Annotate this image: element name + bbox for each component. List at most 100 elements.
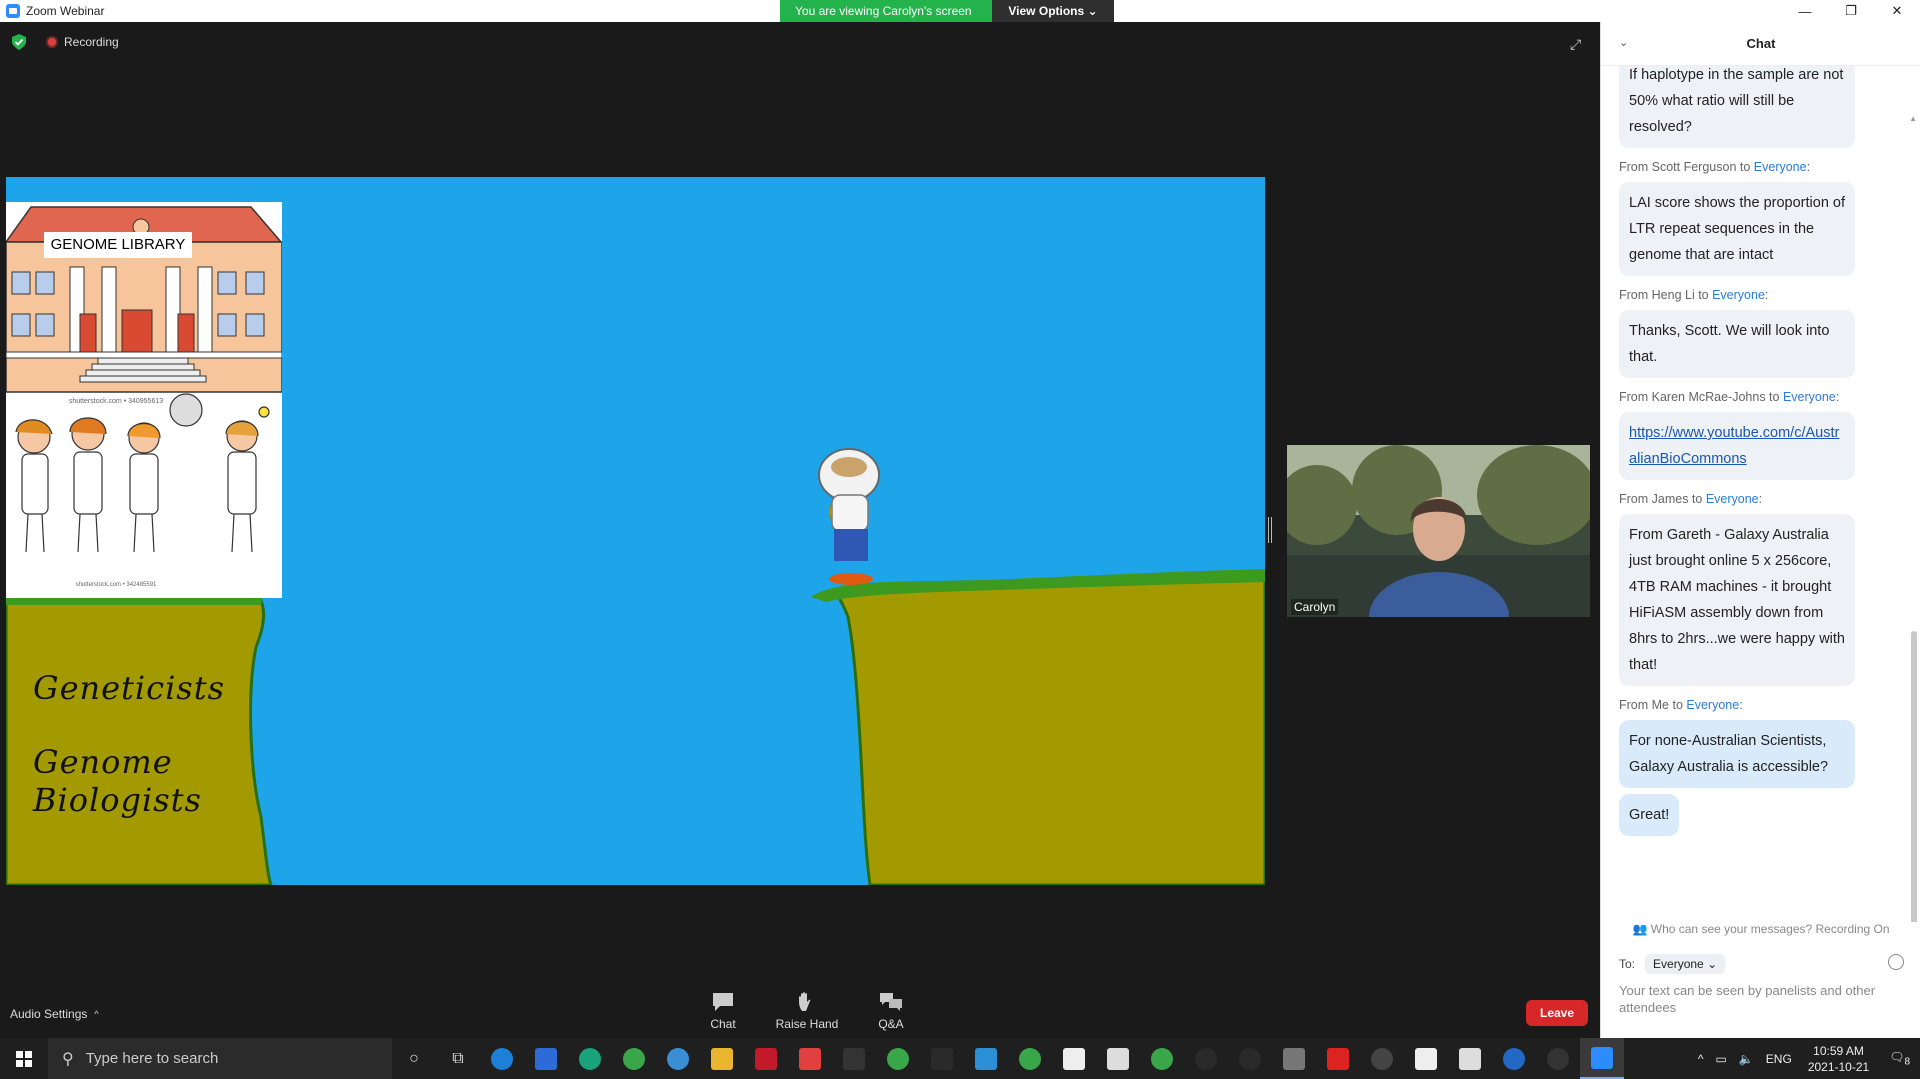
message-bubble: For none-Australian Scientists, Galaxy A… bbox=[1619, 720, 1855, 788]
scroll-up-icon[interactable]: ▲ bbox=[1909, 114, 1917, 123]
watermark-text: shutterstock.com • 342485591 bbox=[75, 582, 157, 588]
app-icon[interactable] bbox=[1184, 1038, 1228, 1079]
raise-hand-label: Raise Hand bbox=[775, 1017, 839, 1031]
app-icon[interactable] bbox=[744, 1038, 788, 1079]
shield-check-icon[interactable] bbox=[12, 34, 26, 50]
panel-resize-handle[interactable] bbox=[1268, 517, 1272, 543]
recording-indicator[interactable]: Recording bbox=[46, 35, 119, 49]
message-bubble-wrap: Thanks, Scott. We will look into that. bbox=[1601, 310, 1920, 378]
meeting-area: Recording ⤢ GENOME LIBRARY shutterstock.… bbox=[0, 22, 1600, 1038]
zoom-taskbar-icon[interactable] bbox=[1580, 1038, 1624, 1079]
r-icon[interactable] bbox=[1492, 1038, 1536, 1079]
task-view-icon[interactable]: ⧉ bbox=[436, 1038, 480, 1079]
message-bubble: If haplotype in the sample are not 50% w… bbox=[1619, 66, 1855, 148]
message-bubble: https://www.youtube.com/c/AustralianBioC… bbox=[1619, 412, 1855, 480]
genome-library-image: GENOME LIBRARY shutterstock.com • 340955… bbox=[6, 202, 282, 598]
chat-scrollbar[interactable] bbox=[1911, 631, 1917, 922]
message-sender: From Heng Li to Everyone: bbox=[1619, 288, 1769, 302]
clock[interactable]: 10:59 AM 2021-10-21 bbox=[1808, 1043, 1869, 1075]
message-bubble-wrap: LAI score shows the proportion of LTR re… bbox=[1601, 182, 1920, 276]
youtube-link[interactable]: https://www.youtube.com/c/AustralianBioC… bbox=[1629, 425, 1839, 467]
message-bubble-wrap: For none-Australian Scientists, Galaxy A… bbox=[1601, 720, 1920, 788]
edge-icon[interactable] bbox=[568, 1038, 612, 1079]
app-icon[interactable] bbox=[920, 1038, 964, 1079]
app-icon[interactable] bbox=[1228, 1038, 1272, 1079]
who-can-see-label: Who can see your messages? Recording On bbox=[1650, 922, 1890, 936]
chat-button[interactable]: Chat bbox=[688, 991, 758, 1031]
chat-input[interactable]: Your text can be seen by panelists and o… bbox=[1619, 982, 1899, 1016]
folder-icon[interactable] bbox=[700, 1038, 744, 1079]
chevron-up-icon: ^ bbox=[94, 1009, 99, 1019]
raise-hand-button[interactable]: Raise Hand bbox=[772, 991, 842, 1031]
start-button[interactable] bbox=[0, 1038, 48, 1079]
app-icon[interactable] bbox=[1316, 1038, 1360, 1079]
app-icon[interactable] bbox=[964, 1038, 1008, 1079]
cortana-icon[interactable]: ○ bbox=[392, 1038, 436, 1079]
restore-button[interactable]: ❐ bbox=[1828, 0, 1874, 22]
app-icon[interactable] bbox=[1536, 1038, 1580, 1079]
chat-panel: ⌄ Chat If haplotype in the sample are no… bbox=[1600, 22, 1920, 1038]
geneticists-label: Geneticists bbox=[33, 669, 225, 707]
chrome-icon[interactable] bbox=[1008, 1038, 1052, 1079]
app-icon[interactable] bbox=[1096, 1038, 1140, 1079]
message-sender-label: From James to bbox=[1619, 492, 1706, 506]
app-icon[interactable] bbox=[524, 1038, 568, 1079]
language-indicator[interactable]: ENG bbox=[1766, 1052, 1792, 1066]
message-bubble: From Gareth - Galaxy Australia just brou… bbox=[1619, 514, 1855, 686]
graduation-icon[interactable] bbox=[832, 1038, 876, 1079]
chat-header: ⌄ Chat bbox=[1601, 22, 1920, 66]
message-sender-label: From Karen McRae-Johns to bbox=[1619, 390, 1783, 404]
to-label: To: bbox=[1619, 957, 1636, 971]
chrome-icon[interactable] bbox=[876, 1038, 920, 1079]
chrome-icon[interactable] bbox=[612, 1038, 656, 1079]
windows-taskbar: ⚲ Type here to search ○ ⧉ ^ ▭ 🔈 ENG 10:5… bbox=[0, 1038, 1920, 1079]
github-icon[interactable] bbox=[1360, 1038, 1404, 1079]
qa-button[interactable]: Q&A bbox=[856, 991, 926, 1031]
audio-settings-label: Audio Settings bbox=[10, 1007, 88, 1021]
who-can-see-link[interactable]: 👥 Who can see your messages? Recording O… bbox=[1601, 922, 1920, 936]
network-icon[interactable]: ▭ bbox=[1716, 1052, 1727, 1066]
message-bubble-wrap: Great! bbox=[1601, 794, 1920, 836]
zoom-app-icon bbox=[6, 4, 20, 18]
ie-icon[interactable] bbox=[480, 1038, 524, 1079]
message-recipient: Everyone bbox=[1712, 288, 1765, 302]
qa-button-label: Q&A bbox=[878, 1017, 904, 1031]
app-icon[interactable] bbox=[788, 1038, 832, 1079]
volume-icon[interactable]: 🔈 bbox=[1739, 1052, 1754, 1066]
chrome-icon[interactable] bbox=[1140, 1038, 1184, 1079]
fullscreen-icon[interactable]: ⤢ bbox=[1570, 36, 1586, 52]
genome-library-label: GENOME LIBRARY bbox=[44, 232, 192, 258]
message-sender-label: From Heng Li to bbox=[1619, 288, 1713, 302]
taskbar-search[interactable]: ⚲ Type here to search bbox=[48, 1038, 392, 1079]
recipient-select[interactable]: Everyone ⌄ bbox=[1645, 954, 1726, 974]
message-recipient: Everyone bbox=[1686, 698, 1740, 712]
participant-name: Carolyn bbox=[1291, 599, 1339, 615]
hand-icon bbox=[799, 992, 811, 1011]
chevron-up-icon[interactable]: ^ bbox=[1698, 1052, 1704, 1066]
leave-button[interactable]: Leave bbox=[1526, 1000, 1588, 1026]
minimize-button[interactable]: — bbox=[1782, 0, 1828, 22]
screen-share-banner: You are viewing Carolyn's screen View Op… bbox=[780, 0, 1114, 22]
globe-icon[interactable] bbox=[656, 1038, 700, 1079]
emoji-icon[interactable] bbox=[1888, 954, 1904, 970]
video-frame bbox=[1287, 445, 1590, 617]
qa-icon bbox=[880, 993, 902, 1011]
people-icon: 👥 bbox=[1632, 922, 1648, 936]
message-sender: From Scott Ferguson to Everyone: bbox=[1619, 160, 1811, 174]
message-recipient: Everyone bbox=[1782, 390, 1836, 404]
chat-messages[interactable]: If haplotype in the sample are not 50% w… bbox=[1601, 66, 1920, 922]
app-icon[interactable] bbox=[1448, 1038, 1492, 1079]
participant-video[interactable]: Carolyn bbox=[1287, 445, 1590, 617]
clock-date: 2021-10-21 bbox=[1807, 1059, 1870, 1074]
message-bubble: Thanks, Scott. We will look into that. bbox=[1619, 310, 1855, 378]
chat-button-label: Chat bbox=[710, 1017, 736, 1031]
app-icon[interactable] bbox=[1404, 1038, 1448, 1079]
message-bubble: LAI score shows the proportion of LTR re… bbox=[1619, 182, 1855, 276]
view-options-button[interactable]: View Options ⌄ bbox=[992, 0, 1114, 22]
app-icon[interactable] bbox=[1052, 1038, 1096, 1079]
close-button[interactable]: ✕ bbox=[1874, 0, 1920, 22]
app-icon[interactable] bbox=[1272, 1038, 1316, 1079]
notifications-icon[interactable]: 🗨8 bbox=[1889, 1050, 1910, 1067]
recipient-row: To: Everyone ⌄ bbox=[1619, 954, 1726, 974]
audio-settings-button[interactable]: Audio Settings ^ bbox=[10, 1007, 99, 1021]
